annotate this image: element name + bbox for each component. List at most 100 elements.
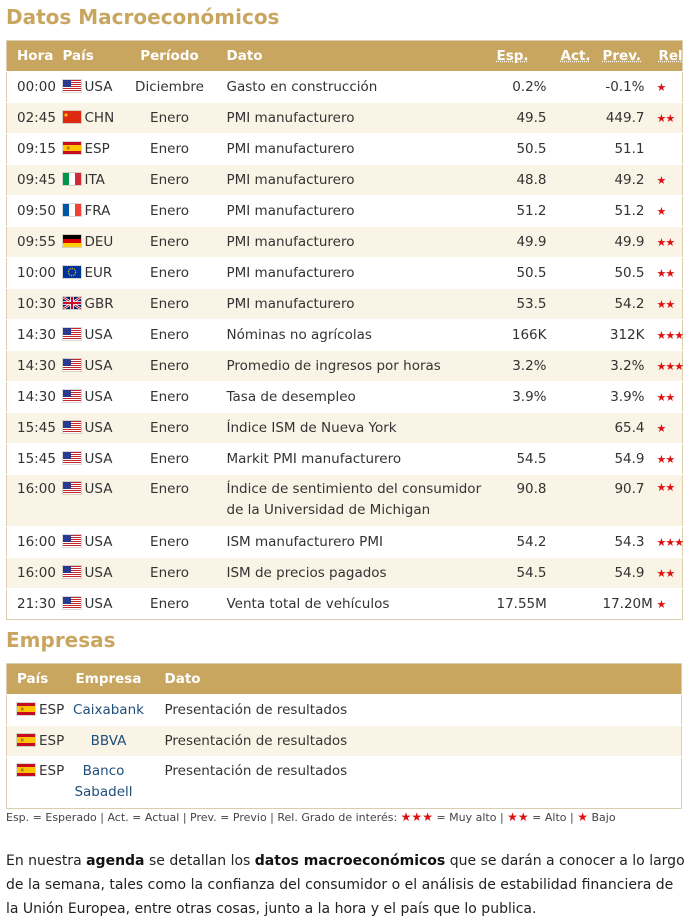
- previous-cell: 51.2: [592, 195, 649, 227]
- time-cell: 14:30: [6, 319, 56, 351]
- previous-cell: 312K: [592, 319, 649, 351]
- country-code: USA: [84, 565, 113, 581]
- previous-cell: 54.2: [592, 288, 649, 320]
- company-link[interactable]: Caixabank: [62, 694, 155, 726]
- col-pais: País: [6, 663, 63, 695]
- event-cell: Presentación de resultados: [154, 725, 682, 757]
- table-row: 10:00 EUR Enero PMI manufacturero 50.5 50.5 ★★: [6, 257, 683, 289]
- macro-section-title: Datos Macroeconómicos: [6, 5, 280, 29]
- relevance-stars: ★★: [648, 288, 683, 320]
- country-code: USA: [84, 389, 113, 405]
- indicator-cell: Índice ISM de Nueva York: [216, 412, 487, 444]
- table-row: ESP Banco Sabadell Presentación de resulta…: [6, 756, 682, 809]
- time-cell: 14:30: [6, 350, 56, 382]
- flag-deu-icon: [62, 235, 81, 247]
- period-cell: Enero: [122, 257, 217, 289]
- country-cell: GBR: [52, 288, 123, 320]
- time-cell: 16:00: [6, 557, 56, 589]
- flag-eur-icon: [62, 266, 81, 278]
- company-link[interactable]: BBVA: [62, 725, 155, 757]
- legend-text: = Muy alto |: [432, 811, 508, 824]
- relevance-stars: ★★★: [648, 319, 684, 351]
- period-cell: Enero: [122, 412, 217, 444]
- country-cell: USA: [52, 381, 123, 413]
- time-cell: 10:00: [6, 257, 56, 289]
- period-cell: Enero: [122, 474, 217, 527]
- table-row: 09:15 ESP Enero PMI manufacturero 50.5 51.1: [6, 133, 683, 165]
- table-row: 16:00 USA Enero ISM de precios pagados 54.5 5…: [6, 557, 683, 589]
- time-cell: 00:00: [6, 71, 56, 103]
- table-row: 14:30 USA Enero Tasa de desempleo 3.9% 3.9% ★★: [6, 381, 683, 413]
- table-row: 15:45 USA Enero Índice ISM de Nueva York 65.…: [6, 412, 683, 444]
- col-dato: Dato: [154, 663, 682, 695]
- expected-cell: 3.9%: [486, 381, 551, 413]
- previous-cell: -0.1%: [592, 71, 649, 103]
- country-code: USA: [84, 420, 113, 436]
- col-periodo: Período: [122, 40, 217, 72]
- table-row: 02:45 CHN Enero PMI manufacturero 49.5 449.7 ★…: [6, 102, 683, 134]
- period-cell: Enero: [122, 319, 217, 351]
- relevance-stars: ★★★: [648, 526, 684, 558]
- col-relevancia: Rel.: [648, 40, 688, 72]
- actual-cell: [550, 588, 593, 620]
- legend-text: = Alto |: [528, 811, 578, 824]
- col-dato: Dato: [216, 40, 487, 72]
- period-cell: Diciembre: [122, 71, 217, 103]
- table-row: 16:00 USA Enero ISM manufacturero PMI 54.2 54…: [6, 526, 684, 558]
- company-link[interactable]: Banco Sabadell: [62, 756, 155, 809]
- relevance-stars: ★: [648, 412, 683, 444]
- time-cell: 16:00: [6, 474, 56, 527]
- flag-esp-icon: [17, 764, 35, 776]
- actual-cell: [550, 319, 593, 351]
- indicator-cell: PMI manufacturero: [216, 164, 487, 196]
- relevance-stars: ★★: [648, 443, 683, 475]
- actual-cell: [550, 257, 593, 289]
- flag-usa-icon: [62, 390, 81, 402]
- flag-chn-icon: [62, 111, 81, 123]
- relevance-stars: ★★: [648, 474, 683, 527]
- indicator-cell: PMI manufacturero: [216, 133, 487, 165]
- expected-cell: 48.8: [486, 164, 551, 196]
- legend-three-stars: ★★★: [400, 810, 433, 824]
- table-row: 21:30 USA Enero Venta total de vehículos 17.…: [6, 588, 683, 620]
- expected-cell: 54.5: [486, 443, 551, 475]
- time-cell: 15:45: [6, 443, 56, 475]
- description-paragraph: En nuestra agenda se detallan los datos …: [6, 849, 686, 920]
- relevance-stars: ★★: [648, 257, 683, 289]
- relevance-stars: ★: [648, 164, 683, 196]
- expected-cell: 0.2%: [486, 71, 551, 103]
- table-row: 14:30 USA Enero Nóminas no agrícolas 166K 312…: [6, 319, 684, 351]
- country-code: ESP: [39, 763, 65, 779]
- legend: Esp. = Esperado | Act. = Actual | Prev. …: [6, 810, 616, 824]
- country-cell: ESP: [6, 756, 65, 809]
- flag-usa-icon: [62, 566, 81, 578]
- period-cell: Enero: [122, 102, 217, 134]
- table-row: 15:45 USA Enero Markit PMI manufacturero 54.…: [6, 443, 683, 475]
- country-code: ESP: [84, 141, 110, 157]
- actual-cell: [550, 102, 593, 134]
- previous-cell: 3.9%: [592, 381, 649, 413]
- relevance-stars: ★: [648, 71, 683, 103]
- actual-cell: [550, 133, 593, 165]
- event-cell: Presentación de resultados: [154, 694, 682, 726]
- country-cell: USA: [52, 474, 123, 527]
- country-cell: ESP: [6, 725, 65, 757]
- legend-one-star: ★: [577, 810, 588, 824]
- indicator-cell: Venta total de vehículos: [216, 588, 487, 620]
- country-cell: CHN: [52, 102, 123, 134]
- flag-fra-icon: [62, 204, 81, 216]
- period-cell: Enero: [122, 195, 217, 227]
- country-code: EUR: [84, 265, 113, 281]
- flag-usa-icon: [62, 359, 81, 371]
- actual-cell: [550, 350, 593, 382]
- legend-text: Bajo: [588, 811, 616, 824]
- country-cell: EUR: [52, 257, 123, 289]
- country-code: ESP: [39, 733, 65, 749]
- flag-ita-icon: [62, 173, 81, 185]
- actual-cell: [550, 557, 593, 589]
- indicator-cell: ISM de precios pagados: [216, 557, 487, 589]
- expected-cell: 53.5: [486, 288, 551, 320]
- bold-text: datos macroeconómicos: [254, 853, 446, 869]
- time-cell: 09:55: [6, 226, 56, 258]
- table-row: 14:30 USA Enero Promedio de ingresos por ho…: [6, 350, 684, 382]
